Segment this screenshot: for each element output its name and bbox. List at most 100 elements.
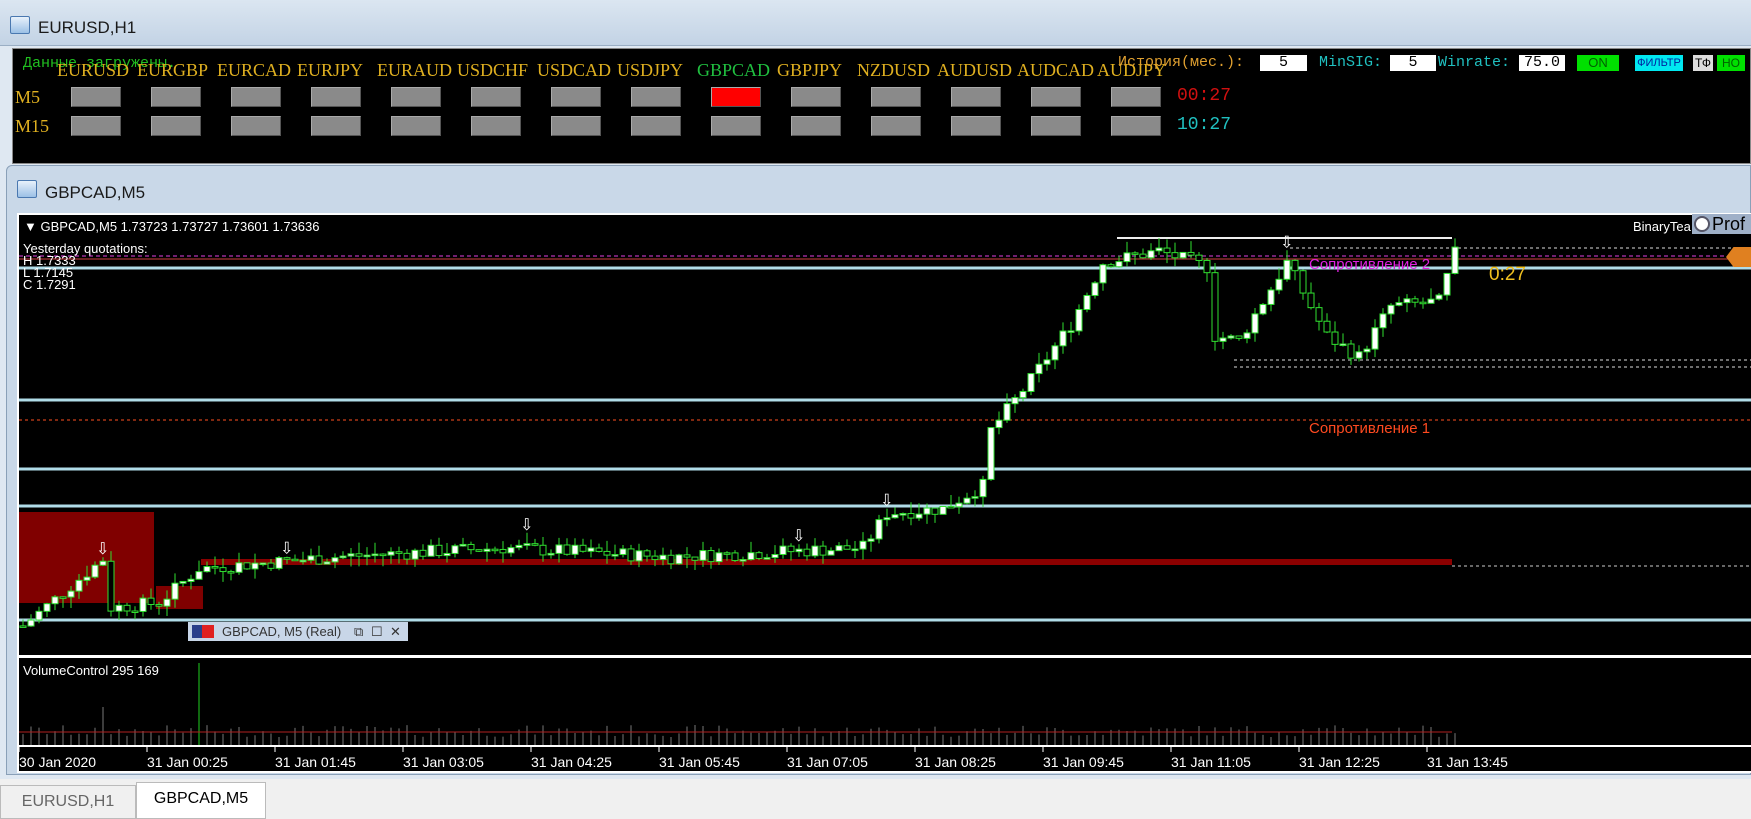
candle-body (1419, 301, 1427, 305)
candle-body (1347, 343, 1355, 359)
signal-down-arrow-icon: ⇩ (1280, 232, 1293, 251)
time-axis-label: 31 Jan 04:25 (531, 754, 612, 770)
candle-body (1035, 363, 1043, 375)
candle-body (843, 545, 851, 550)
candle-body (1267, 289, 1275, 305)
candle-body (155, 604, 163, 607)
candle-body (1443, 272, 1451, 296)
candle-body (1163, 247, 1171, 254)
candle-body (1067, 330, 1075, 333)
candle-body (707, 550, 715, 563)
chart-canvas: ⇩ ⇩ ⇩ ⇩ ⇩ ⇩ (18, 232, 1751, 752)
candle-body (1251, 313, 1259, 334)
candle-body (723, 552, 731, 555)
candle-body (347, 553, 355, 557)
candle-body (51, 596, 59, 605)
candle-body (1299, 270, 1307, 294)
one-click-trading-panel[interactable]: GBPCAD, M5 (Real) ⧉ ☐ ✕ (188, 622, 408, 641)
candle-body (579, 544, 587, 552)
candle-body (955, 502, 963, 508)
candle-body (411, 549, 419, 560)
candle-body (27, 619, 35, 627)
candle-body (587, 547, 595, 552)
candle-body (115, 604, 123, 612)
candle-body (91, 564, 99, 578)
candle-body (1043, 359, 1051, 365)
candle-body (939, 505, 947, 515)
candle-body (395, 551, 403, 554)
candle-body (467, 543, 475, 551)
candle-body (555, 544, 563, 554)
candle-body (219, 567, 227, 573)
candle-body (835, 545, 843, 552)
candle-body (875, 519, 883, 540)
prof-panel[interactable]: Prof (1692, 214, 1751, 234)
candle-body (315, 555, 323, 565)
maximize-icon[interactable]: ☐ (371, 622, 383, 641)
candle-body (291, 558, 299, 562)
candle-body (267, 562, 275, 569)
candle-body (1219, 337, 1227, 342)
candle-body (1075, 308, 1083, 332)
candle-body (1115, 261, 1123, 268)
candle-body (1131, 252, 1139, 255)
time-axis-label: 30 Jan 2020 (19, 754, 97, 770)
candle-body (1059, 330, 1067, 347)
time-axis-label: 31 Jan 09:45 (1043, 754, 1124, 770)
binary-label: BinaryTea (1633, 219, 1691, 234)
level-line (19, 398, 1751, 402)
candle-body (283, 557, 291, 560)
candle-body (35, 610, 43, 621)
candle-body (1187, 251, 1195, 256)
candle-body (1427, 298, 1435, 304)
candle-body (67, 590, 75, 598)
candle-body (163, 598, 171, 607)
signal-down-arrow-icon: ⇩ (280, 539, 293, 558)
candle-body (651, 555, 659, 561)
candle-body (1371, 327, 1379, 350)
time-axis-label: 31 Jan 11:05 (1171, 754, 1251, 770)
candle-body (1387, 304, 1395, 315)
candle-body (675, 554, 683, 565)
candle-body (635, 550, 643, 562)
candle-body (867, 538, 875, 542)
candle-body (1027, 373, 1035, 392)
candle-body (747, 552, 755, 561)
flag-icon (192, 625, 214, 638)
candle-body (627, 548, 635, 562)
candle-body (355, 553, 363, 557)
candle-body (691, 556, 699, 561)
candle-body (1259, 303, 1267, 315)
candle-body (427, 544, 435, 557)
candle-body (683, 554, 691, 558)
candle-body (1107, 264, 1115, 268)
restore-icon[interactable]: ⧉ (354, 622, 363, 641)
candle-body (1123, 252, 1131, 263)
candle-body (523, 543, 531, 546)
candle-body (923, 507, 931, 515)
candle-body (1003, 403, 1011, 421)
candle-body (995, 419, 1003, 429)
candle-body (739, 559, 747, 562)
demand-zone (156, 586, 203, 609)
candle-body (187, 578, 195, 582)
candle-body (1315, 307, 1323, 322)
close-icon[interactable]: ✕ (390, 622, 401, 641)
candle-body (419, 549, 427, 557)
candle-body (475, 549, 483, 552)
tab-gbpcad-m5[interactable]: GBPCAD,M5 (136, 782, 266, 819)
candle-body (363, 554, 371, 558)
candle-body (107, 560, 115, 612)
time-axis-label: 31 Jan 03:05 (403, 754, 484, 770)
candle-body (275, 557, 283, 569)
collapse-triangle-icon[interactable]: ▼ (24, 219, 37, 234)
candle-body (307, 555, 315, 561)
candle-body (1403, 298, 1411, 304)
time-axis-label: 31 Jan 13:45 (1427, 754, 1508, 770)
candle-body (915, 513, 923, 519)
candle-body (227, 571, 235, 574)
demand-zone (19, 512, 154, 603)
candle-body (731, 552, 739, 562)
tab-eurusd-h1[interactable]: EURUSD,H1 (0, 785, 136, 819)
candle-body (859, 540, 867, 550)
